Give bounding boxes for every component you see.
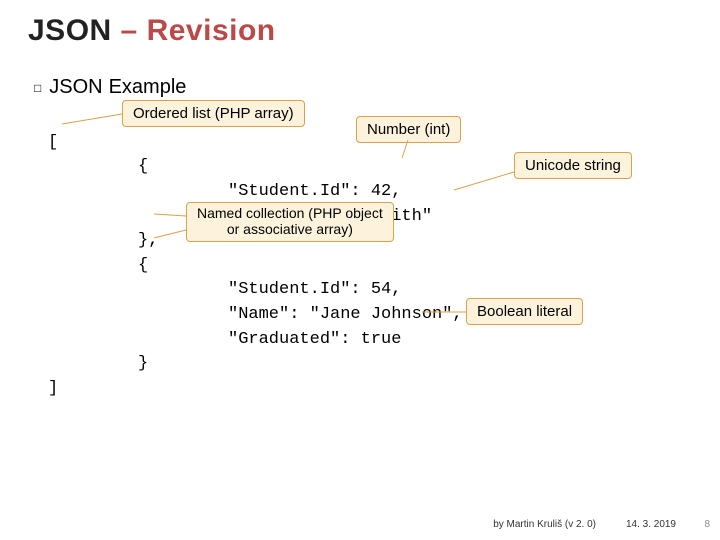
heading-pre: JSON <box>49 76 102 99</box>
code-line: "Graduated": true <box>228 330 401 349</box>
callout-named-collection: Named collection (PHP object or associat… <box>186 202 394 242</box>
callout-text: Number (int) <box>367 121 450 138</box>
callout-ordered-list: Ordered list (PHP array) <box>122 100 305 127</box>
callout-boolean-literal: Boolean literal <box>466 298 583 325</box>
callout-unicode-string: Unicode string <box>514 152 632 179</box>
footer-author: by Martin Kruliš (v 2. 0) <box>493 519 596 530</box>
code-block: [ { "Student.Id": 42, "Name": "John Smit… <box>48 106 463 426</box>
callout-text: Named collection (PHP object <box>197 205 383 221</box>
callout-text: Boolean literal <box>477 303 572 320</box>
slide-title: JSON – Revision <box>0 0 720 48</box>
code-line: ] <box>48 379 58 398</box>
code-line: "Student.Id": 54, <box>228 280 401 299</box>
callout-text: or associative array) <box>227 221 353 237</box>
heading-post: Example <box>109 76 187 99</box>
code-line: "Name": "Jane Johnson", <box>228 305 463 324</box>
code-line: "Student.Id": 42, <box>228 182 401 201</box>
callout-text: Ordered list (PHP array) <box>133 105 294 122</box>
code-line: [ <box>48 133 58 152</box>
code-line: } <box>138 354 148 373</box>
code-line: { <box>138 157 148 176</box>
code-line: { <box>138 256 148 275</box>
callout-number-int: Number (int) <box>356 116 461 143</box>
title-part-a: JSON <box>28 14 112 47</box>
footer-date: 14. 3. 2019 <box>626 519 676 530</box>
callout-text: Unicode string <box>525 157 621 174</box>
section-heading: □ JSON Example <box>34 76 186 99</box>
bullet-icon: □ <box>34 81 41 95</box>
code-line: }, <box>138 231 158 250</box>
footer-page-number: 8 <box>704 519 710 530</box>
title-part-b: Revision <box>147 14 276 47</box>
title-dash: – <box>121 14 138 47</box>
